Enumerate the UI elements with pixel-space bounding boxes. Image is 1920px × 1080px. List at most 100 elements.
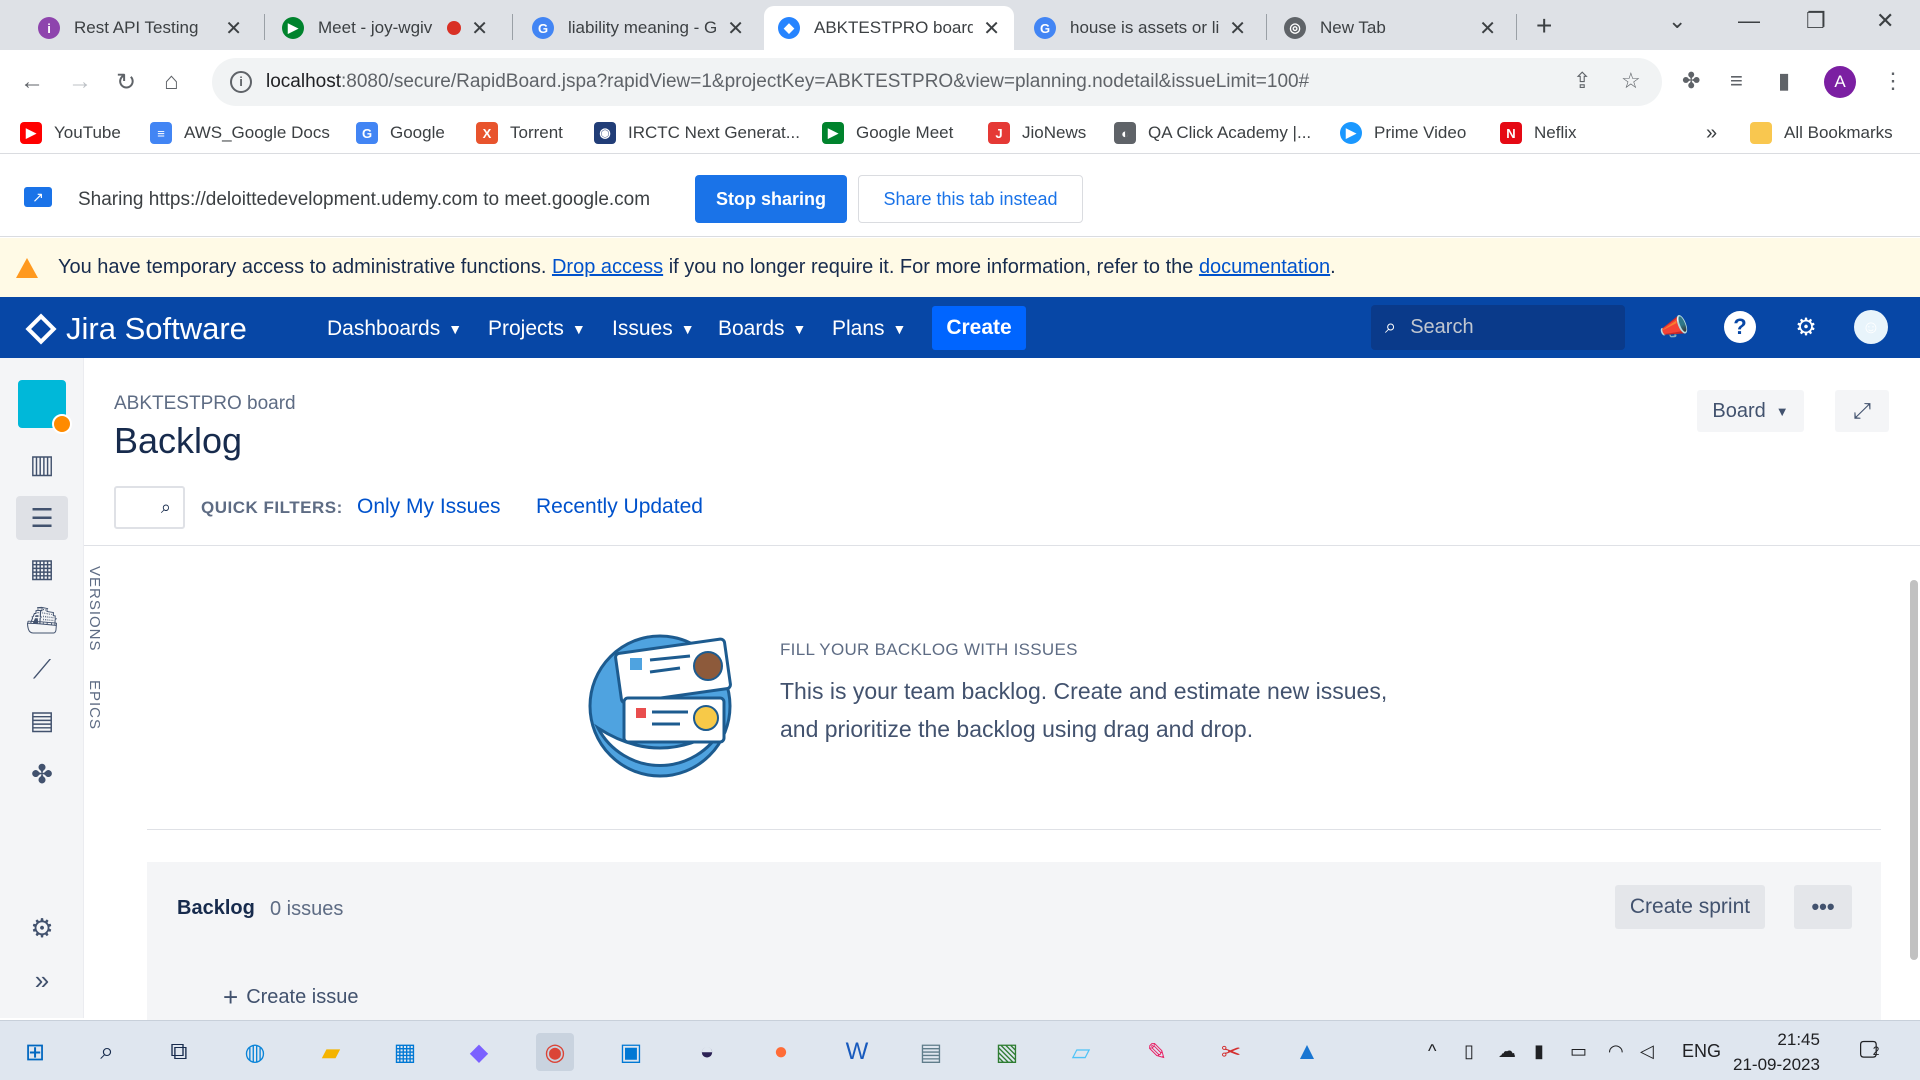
fullscreen-expand-icon[interactable]: ⤢ bbox=[1835, 390, 1889, 432]
wifi-icon[interactable]: ◠ bbox=[1608, 1041, 1624, 1062]
bookmark-torrent[interactable]: X Torrent bbox=[476, 122, 563, 144]
search-icon[interactable]: ⌕ bbox=[88, 1033, 126, 1071]
monitor-app-icon[interactable]: ▣ bbox=[612, 1033, 650, 1071]
gear-icon[interactable]: ⚙ bbox=[1788, 309, 1824, 345]
microsoft-store-icon[interactable]: ▦ bbox=[386, 1033, 424, 1071]
bookmark-google-meet[interactable]: ▶ Google Meet bbox=[822, 122, 953, 144]
nav-projects[interactable]: Projects ▼ bbox=[488, 317, 586, 341]
address-bar[interactable]: i localhost:8080/secure/RapidBoard.jspa?… bbox=[212, 58, 1662, 106]
jira-search-input[interactable]: ⌕ Search bbox=[1371, 305, 1625, 350]
word-icon[interactable]: W bbox=[838, 1033, 876, 1071]
close-icon[interactable]: ✕ bbox=[225, 16, 242, 41]
nav-issues[interactable]: Issues ▼ bbox=[612, 317, 695, 341]
reload-icon[interactable]: ↻ bbox=[116, 68, 136, 97]
bookmark-prime-video[interactable]: ▶ Prime Video bbox=[1340, 122, 1466, 144]
eclipse-icon[interactable]: ◒ bbox=[688, 1033, 726, 1071]
versions-tab[interactable]: VERSIONS bbox=[86, 566, 103, 652]
user-avatar[interactable]: ☺ bbox=[1854, 310, 1888, 344]
bookmark-youtube[interactable]: ▶ YouTube bbox=[20, 122, 121, 144]
create-button[interactable]: Create bbox=[932, 306, 1026, 350]
bookmark-google[interactable]: G Google bbox=[356, 122, 445, 144]
stop-sharing-button[interactable]: Stop sharing bbox=[695, 175, 847, 223]
edge-icon[interactable]: ◍ bbox=[236, 1033, 274, 1071]
snipping-tool-icon[interactable]: ✂ bbox=[1212, 1033, 1250, 1071]
create-sprint-button[interactable]: Create sprint bbox=[1615, 885, 1765, 929]
restore-icon[interactable]: ❐ bbox=[1806, 8, 1826, 34]
bookmark-qa-click[interactable]: ◐ QA Click Academy |... bbox=[1114, 122, 1311, 144]
quick-filter-only-my-issues[interactable]: Only My Issues bbox=[357, 495, 501, 519]
nav-boards[interactable]: Boards ▼ bbox=[718, 317, 806, 341]
close-icon[interactable]: ✕ bbox=[727, 16, 744, 41]
task-view-icon[interactable]: ⧉ bbox=[160, 1033, 198, 1071]
documentation-link[interactable]: documentation bbox=[1199, 256, 1330, 279]
quick-filter-search-input[interactable]: ⌕ bbox=[114, 486, 185, 529]
bookmark-netflix[interactable]: N Neflix bbox=[1500, 122, 1577, 144]
back-arrow-icon[interactable]: ← bbox=[20, 68, 44, 96]
microphone-icon[interactable]: ▮ bbox=[1534, 1041, 1544, 1062]
volume-icon[interactable]: ◁ bbox=[1640, 1041, 1654, 1062]
onedrive-cloud-icon[interactable]: ☁ bbox=[1498, 1041, 1516, 1062]
browser-tab-liability[interactable]: G liability meaning - G ✕ bbox=[518, 6, 758, 50]
notepad-icon[interactable]: ▱ bbox=[1062, 1033, 1100, 1071]
add-ons-puzzle-icon[interactable]: ✤ bbox=[16, 752, 68, 796]
close-icon[interactable]: ✕ bbox=[1479, 16, 1496, 41]
system-clock[interactable]: 21:45 21-09-2023 bbox=[1733, 1027, 1820, 1077]
jira-logo[interactable]: Jira Software bbox=[25, 311, 247, 347]
roadmap-icon[interactable]: ▥ bbox=[16, 442, 68, 486]
project-settings-gear-icon[interactable]: ⚙ bbox=[16, 906, 68, 950]
window-close-icon[interactable]: ✕ bbox=[1876, 8, 1894, 34]
drop-access-link[interactable]: Drop access bbox=[552, 256, 663, 279]
backlog-icon[interactable]: ☰ bbox=[16, 496, 68, 540]
profile-avatar[interactable]: A bbox=[1824, 66, 1856, 98]
postman-icon[interactable]: ● bbox=[762, 1033, 800, 1071]
media-control-icon[interactable]: ≡ bbox=[1730, 68, 1743, 94]
photos-icon[interactable]: ▲ bbox=[1288, 1033, 1326, 1071]
menu-dots-icon[interactable]: ⋮ bbox=[1882, 68, 1904, 94]
paint-icon[interactable]: ✎ bbox=[1138, 1033, 1176, 1071]
expand-sidebar-icon[interactable]: » bbox=[16, 958, 68, 1002]
close-icon[interactable]: ✕ bbox=[983, 16, 1000, 41]
site-info-icon[interactable]: i bbox=[230, 71, 252, 93]
minimize-icon[interactable]: — bbox=[1738, 8, 1760, 34]
browser-tab-jira[interactable]: ◆ ABKTESTPRO board ✕ bbox=[764, 6, 1014, 50]
share-this-tab-button[interactable]: Share this tab instead bbox=[858, 175, 1083, 223]
page-scrollbar[interactable] bbox=[1910, 580, 1918, 960]
input-language[interactable]: ENG bbox=[1682, 1041, 1721, 1062]
close-icon[interactable]: ✕ bbox=[1229, 16, 1246, 41]
performance-monitor-icon[interactable]: ▤ bbox=[912, 1033, 950, 1071]
megaphone-icon[interactable]: 📣 bbox=[1656, 309, 1692, 345]
tab-search-chevron-icon[interactable]: ⌄ bbox=[1668, 8, 1686, 34]
browser-tab-meet[interactable]: ▶ Meet - joy-wgiv ✕ bbox=[268, 6, 502, 50]
help-icon[interactable]: ? bbox=[1724, 311, 1756, 343]
forward-arrow-icon[interactable]: → bbox=[68, 68, 92, 96]
side-panel-icon[interactable]: ▮ bbox=[1778, 68, 1790, 94]
tray-device-icon[interactable]: ▯ bbox=[1464, 1041, 1474, 1062]
file-explorer-icon[interactable]: ▰ bbox=[312, 1033, 350, 1071]
browser-tab-house-assets[interactable]: G house is assets or li ✕ bbox=[1020, 6, 1260, 50]
board-dropdown-button[interactable]: Board ▼ bbox=[1697, 390, 1804, 432]
nav-plans[interactable]: Plans ▼ bbox=[832, 317, 906, 341]
quick-filter-recently-updated[interactable]: Recently Updated bbox=[536, 495, 703, 519]
copilot-icon[interactable]: ◆ bbox=[460, 1033, 498, 1071]
browser-tab-rest-api[interactable]: i Rest API Testing ✕ bbox=[24, 6, 256, 50]
reports-icon[interactable]: ⟋ bbox=[16, 648, 68, 692]
active-sprint-icon[interactable]: ▦ bbox=[16, 546, 68, 590]
browser-tab-new-tab[interactable]: ◎ New Tab ✕ bbox=[1270, 6, 1510, 50]
epics-tab[interactable]: EPICS bbox=[86, 680, 103, 730]
bookmark-irctc[interactable]: ◉ IRCTC Next Generat... bbox=[594, 122, 800, 144]
extensions-puzzle-icon[interactable]: ✤ bbox=[1682, 68, 1700, 94]
bookmarks-overflow-icon[interactable]: » bbox=[1706, 122, 1717, 145]
share-icon[interactable]: ⇪ bbox=[1573, 68, 1591, 94]
releases-ship-icon[interactable]: ⛴ bbox=[16, 598, 68, 642]
chrome-icon[interactable]: ◉ bbox=[536, 1033, 574, 1071]
bookmark-star-icon[interactable]: ☆ bbox=[1621, 68, 1641, 94]
board-breadcrumb[interactable]: ABKTESTPRO board bbox=[114, 393, 296, 415]
project-avatar[interactable] bbox=[18, 380, 72, 434]
create-issue-button[interactable]: + Create issue bbox=[223, 982, 358, 1013]
notification-icon[interactable]: ▢2 bbox=[1858, 1035, 1879, 1061]
new-tab-plus-icon[interactable]: + bbox=[1536, 10, 1552, 42]
issues-icon[interactable]: ▤ bbox=[16, 698, 68, 742]
more-options-icon[interactable]: ••• bbox=[1794, 885, 1852, 929]
close-icon[interactable]: ✕ bbox=[471, 16, 488, 41]
image-editor-icon[interactable]: ▧ bbox=[988, 1033, 1026, 1071]
